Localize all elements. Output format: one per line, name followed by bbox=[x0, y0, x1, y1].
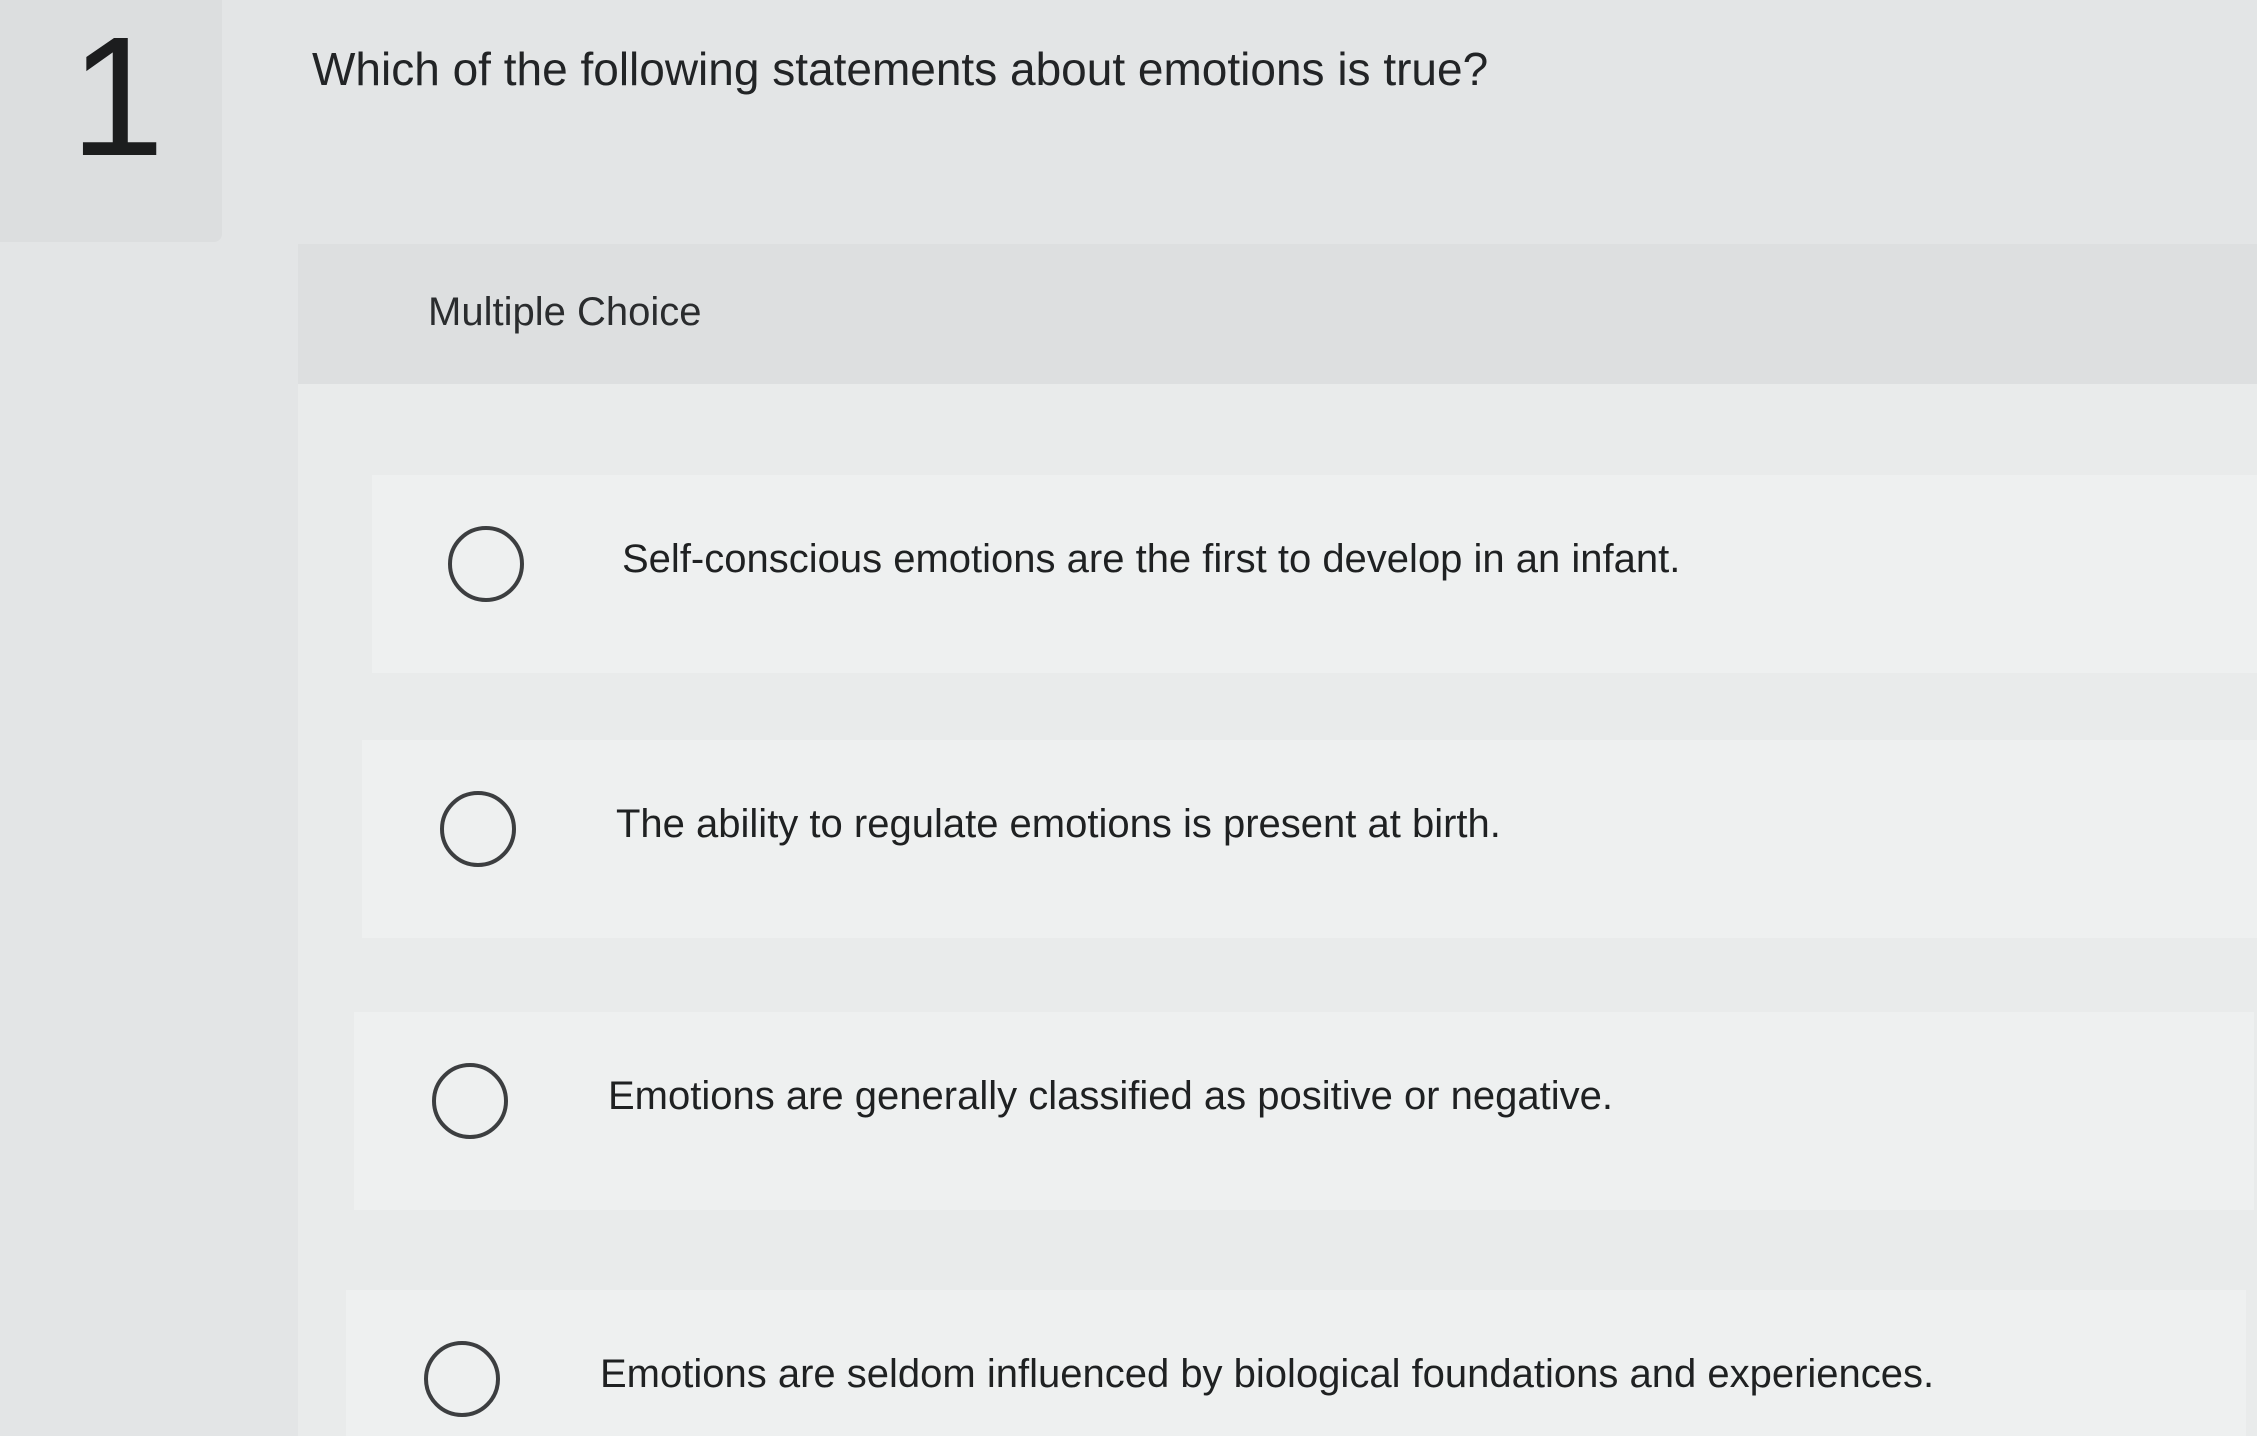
answer-panel-header: Multiple Choice bbox=[298, 244, 2257, 384]
question-number: 1 bbox=[70, 2, 165, 192]
radio-button[interactable] bbox=[440, 791, 516, 867]
answer-option-text: Emotions are seldom influenced by biolog… bbox=[600, 1352, 1935, 1396]
answer-option[interactable]: Self-conscious emotions are the first to… bbox=[372, 475, 2257, 673]
question-prompt: Which of the following statements about … bbox=[312, 43, 1489, 95]
answer-option-text: The ability to regulate emotions is pres… bbox=[616, 802, 1501, 846]
radio-button[interactable] bbox=[432, 1063, 508, 1139]
answer-option[interactable]: Emotions are seldom influenced by biolog… bbox=[346, 1290, 2246, 1436]
radio-button[interactable] bbox=[424, 1341, 500, 1417]
answer-option[interactable]: Emotions are generally classified as pos… bbox=[354, 1012, 2254, 1210]
question-number-box: 1 bbox=[0, 0, 222, 242]
radio-button[interactable] bbox=[448, 526, 524, 602]
answer-option-text: Self-conscious emotions are the first to… bbox=[622, 537, 1681, 581]
answer-option[interactable]: The ability to regulate emotions is pres… bbox=[362, 740, 2257, 938]
answer-option-text: Emotions are generally classified as pos… bbox=[608, 1074, 1613, 1118]
question-type-label: Multiple Choice bbox=[428, 290, 702, 334]
